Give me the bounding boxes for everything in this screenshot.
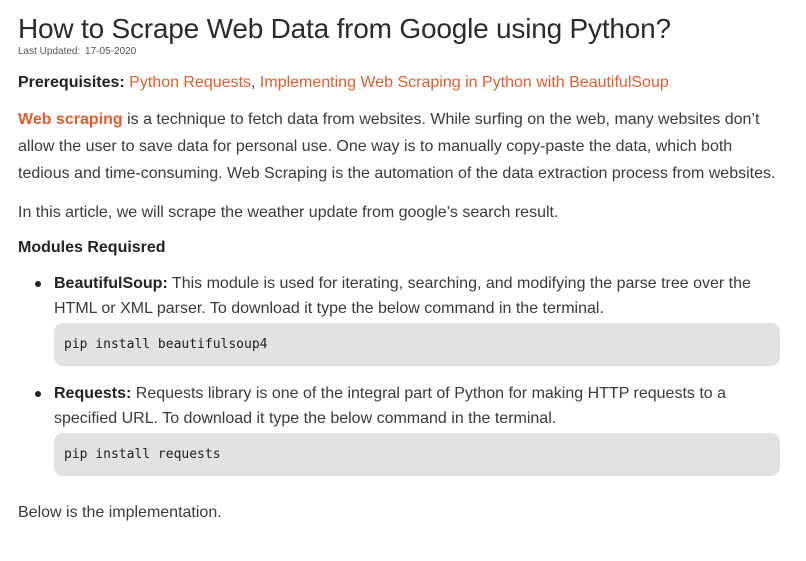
article-purpose-paragraph: In this article, we will scrape the weat… (18, 204, 559, 221)
module-name: Requests: (54, 385, 132, 402)
article-title: How to Scrape Web Data from Google using… (18, 13, 671, 44)
bullet-icon (35, 281, 41, 287)
code-command: pip install beautifulsoup4 (64, 337, 268, 352)
prerequisites: Prerequisites: Python Requests, Implemen… (18, 72, 788, 94)
module-description: Requests library is one of the integral … (54, 385, 727, 427)
closing-paragraph: Below is the implementation. (18, 504, 222, 521)
modules-heading: Modules Requisred (18, 239, 166, 256)
code-command: pip install requests (64, 447, 221, 462)
module-item-beautifulsoup: BeautifulSoup: This module is used for i… (18, 271, 788, 366)
web-scraping-link[interactable]: Web scraping (18, 111, 123, 128)
bullet-icon (35, 391, 41, 397)
prerequisites-separator: , (251, 74, 260, 91)
code-block[interactable]: pip install beautifulsoup4 (54, 323, 780, 366)
module-name: BeautifulSoup: (54, 275, 168, 292)
intro-paragraph: Web scraping is a technique to fetch dat… (18, 106, 788, 187)
last-updated-date: 17-05-2020 (85, 46, 137, 57)
modules-list: BeautifulSoup: This module is used for i… (18, 271, 788, 476)
article: How to Scrape Web Data from Google using… (18, 10, 788, 524)
code-block[interactable]: pip install requests (54, 433, 780, 476)
prerequisite-link-web-scraping-bs4[interactable]: Implementing Web Scraping in Python with… (260, 74, 669, 91)
intro-paragraph-text: is a technique to fetch data from websit… (18, 111, 776, 182)
prerequisites-label: Prerequisites: (18, 74, 125, 91)
last-updated-label: Last Updated: (18, 46, 81, 57)
module-item-requests: Requests: Requests library is one of the… (18, 381, 788, 476)
prerequisite-link-python-requests[interactable]: Python Requests (129, 74, 251, 91)
